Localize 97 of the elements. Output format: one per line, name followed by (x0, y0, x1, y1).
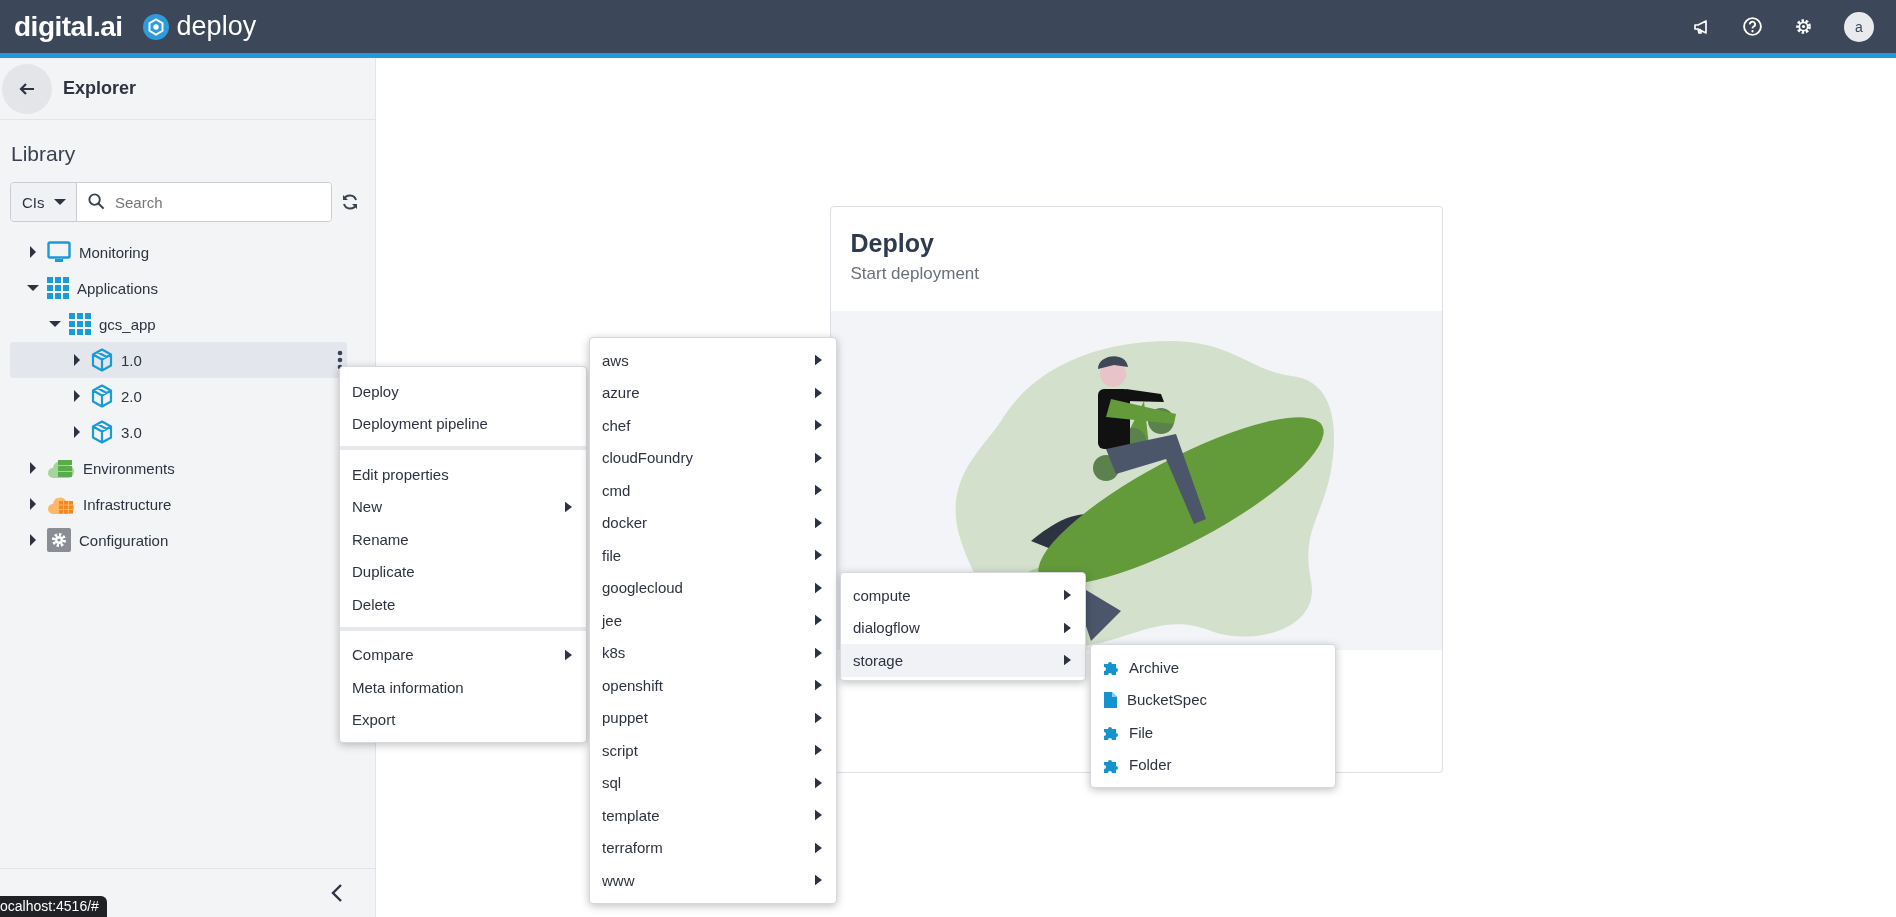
caret-icon (815, 451, 822, 464)
menu-item[interactable]: Delete (340, 588, 586, 621)
menu-item[interactable]: Meta information (340, 671, 586, 704)
tree-item[interactable]: 1.0 (10, 342, 347, 378)
caret-icon[interactable] (71, 426, 83, 438)
tree-label: Monitoring (79, 243, 150, 261)
menu-item[interactable]: terraform (590, 831, 836, 864)
caret-icon (815, 354, 822, 367)
menu-item[interactable]: dialogflow (841, 611, 1085, 644)
library-title: Library (10, 141, 77, 167)
caret-icon (815, 516, 822, 529)
menu-item[interactable]: k8s (590, 636, 836, 669)
tree-label: 1.0 (121, 351, 142, 369)
caret-icon (815, 679, 822, 692)
grid-icon (69, 313, 91, 335)
user-avatar[interactable]: a (1844, 11, 1874, 42)
more-icon[interactable] (337, 350, 343, 370)
menu-item[interactable]: cloudFoundry (590, 441, 836, 474)
cloud-server-icon (47, 457, 75, 479)
caret-icon[interactable] (27, 282, 39, 294)
caret-icon[interactable] (27, 462, 39, 474)
menu-item[interactable]: googlecloud (590, 571, 836, 604)
grid-icon (47, 277, 69, 299)
menu-item[interactable]: puppet (590, 701, 836, 734)
menu-item[interactable]: Export (340, 703, 586, 736)
caret-icon[interactable] (71, 390, 83, 402)
caret-icon (815, 776, 822, 789)
caret-icon (1064, 654, 1071, 667)
hexagon-logo-icon (142, 13, 169, 40)
menu-item[interactable]: Folder (1091, 748, 1335, 781)
tree-item[interactable]: Applications (10, 270, 347, 306)
menu-item[interactable]: File (1091, 716, 1335, 749)
logo[interactable]: digital.ai (14, 10, 123, 43)
menu-item[interactable]: aws (590, 344, 836, 377)
tree-label: 2.0 (121, 387, 142, 405)
help-icon[interactable] (1742, 16, 1763, 37)
tree-label: 3.0 (121, 423, 142, 441)
monitor-icon (47, 241, 71, 263)
caret-icon (815, 874, 822, 887)
caret-icon[interactable] (27, 534, 39, 546)
caret-icon (815, 646, 822, 659)
tree-label: Applications (77, 279, 158, 297)
caret-icon (815, 809, 822, 822)
tree-item[interactable]: Monitoring (10, 234, 347, 270)
caret-icon (815, 744, 822, 757)
menu-item[interactable]: azure (590, 376, 836, 409)
tree-label: Infrastructure (83, 495, 172, 513)
cube-icon (91, 384, 113, 408)
caret-icon (815, 614, 822, 627)
settings-icon[interactable] (1793, 16, 1814, 37)
panel-title: Explorer (63, 78, 137, 99)
menu-item[interactable]: Compare (340, 638, 586, 671)
caret-icon (565, 500, 572, 513)
menu-item[interactable]: script (590, 734, 836, 767)
card-subtitle: Start deployment (850, 264, 980, 284)
status-tooltip: ocalhost:4516/# (0, 896, 107, 917)
caret-icon (815, 581, 822, 594)
caret-icon (815, 386, 822, 399)
menu-item[interactable]: BucketSpec (1091, 683, 1335, 716)
puzzle-icon (1103, 724, 1119, 741)
caret-icon (565, 648, 572, 661)
caret-icon (815, 484, 822, 497)
caret-icon (815, 841, 822, 854)
puzzle-icon (1103, 659, 1119, 676)
menu-item[interactable]: storage (841, 644, 1085, 677)
caret-icon[interactable] (27, 246, 39, 258)
tree-label: Configuration (79, 531, 169, 549)
menu-item[interactable]: chef (590, 409, 836, 442)
menu-item[interactable]: openshift (590, 669, 836, 702)
menu-item[interactable]: compute (841, 579, 1085, 612)
tree-label: gcs_app (99, 315, 156, 333)
menu-item[interactable]: docker (590, 506, 836, 539)
tree-item[interactable]: gcs_app (10, 306, 347, 342)
caret-icon (815, 711, 822, 724)
file-icon (1103, 691, 1117, 708)
product-name: deploy (176, 11, 257, 42)
tree-label: Environments (83, 459, 175, 477)
gear-icon (47, 528, 71, 552)
cube-icon (91, 420, 113, 444)
menu-item[interactable]: template (590, 799, 836, 832)
card-title: Deploy (850, 229, 935, 258)
menu-item[interactable]: Duplicate (340, 555, 586, 588)
caret-icon (815, 419, 822, 432)
cube-icon (91, 348, 113, 372)
refresh-icon[interactable] (340, 192, 360, 212)
back-button[interactable] (2, 63, 52, 114)
menu-item[interactable]: sql (590, 766, 836, 799)
menu-item[interactable]: file (590, 539, 836, 572)
caret-icon[interactable] (49, 318, 61, 330)
menu-item[interactable]: jee (590, 604, 836, 637)
caret-icon[interactable] (71, 354, 83, 366)
caret-icon[interactable] (27, 498, 39, 510)
menu-item[interactable]: www (590, 864, 836, 897)
menu-item[interactable]: cmd (590, 474, 836, 507)
caret-icon (815, 549, 822, 562)
menu-item[interactable]: Archive (1091, 651, 1335, 684)
collapse-icon[interactable] (331, 883, 343, 903)
